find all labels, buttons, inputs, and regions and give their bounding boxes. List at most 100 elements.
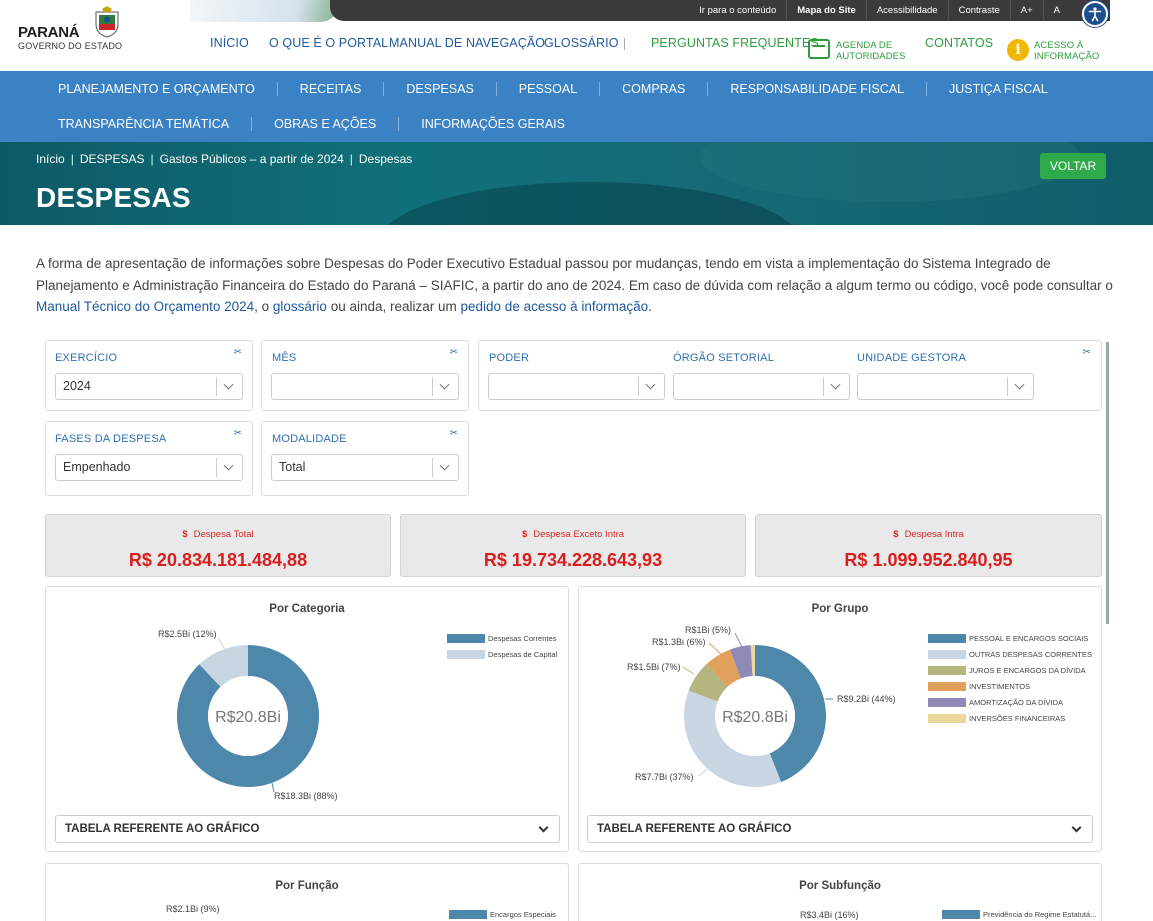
- data-label-connector: [217, 637, 227, 652]
- eraser-icon[interactable]: ✂: [234, 428, 242, 439]
- legend-item[interactable]: INVESTIMENTOS: [928, 678, 1092, 694]
- nav-agenda-autoridades[interactable]: AGENDA DE AUTORIDADES: [836, 40, 906, 62]
- breadcrumb-item[interactable]: Início: [36, 152, 65, 166]
- section-menu: PLANEJAMENTO E ORÇAMENTO RECEITAS DESPES…: [0, 71, 1153, 142]
- legend-swatch: [447, 633, 485, 643]
- legend-swatch: [449, 909, 487, 919]
- glossario-link[interactable]: glossário: [273, 299, 327, 314]
- kpi-value: R$ 19.734.228.643,93: [483, 550, 663, 570]
- nav-manual-de-navegacao[interactable]: MANUAL DE NAVEGAÇÃO: [389, 36, 545, 50]
- menu-receitas[interactable]: RECEITAS: [276, 81, 384, 96]
- modalidade-select[interactable]: Total: [271, 454, 459, 481]
- nav-glossario[interactable]: GLOSSÁRIO: [544, 36, 619, 50]
- menu-informacoes-gerais[interactable]: INFORMAÇÕES GERAIS: [398, 116, 587, 131]
- pedido-acesso-link[interactable]: pedido de acesso à informação: [461, 299, 649, 314]
- data-label: R$3.4Bi (16%): [800, 910, 859, 920]
- legend-label: Despesas de Capital: [488, 649, 558, 659]
- font-reset-link[interactable]: A: [1042, 0, 1070, 21]
- legend-swatch: [928, 697, 966, 707]
- poder-select[interactable]: [488, 373, 665, 400]
- accessibility-icon[interactable]: [1082, 1, 1108, 27]
- chart-legend: PESSOAL E ENCARGOS SOCIAIS OUTRAS DESPESA…: [928, 630, 1092, 726]
- nav-o-que-e-o-portal[interactable]: O QUE É O PORTAL: [269, 36, 388, 50]
- legend-label: AMORTIZAÇÃO DA DÍVIDA: [969, 697, 1064, 707]
- filter-label: MÊS: [272, 352, 297, 364]
- donut-center-label: R$20.8Bi: [215, 709, 281, 726]
- accessibility-link[interactable]: Acessibilidade: [865, 0, 948, 21]
- hero-decoration: [380, 182, 800, 225]
- legend-item[interactable]: Despesas Correntes: [447, 630, 557, 646]
- section-menu-row-1: PLANEJAMENTO E ORÇAMENTO RECEITAS DESPES…: [0, 71, 1153, 106]
- legend-item[interactable]: AMORTIZAÇÃO DA DÍVIDA: [928, 694, 1092, 710]
- legend-item[interactable]: OUTRAS DESPESAS CORRENTES: [928, 646, 1092, 662]
- legend-label: OUTRAS DESPESAS CORRENTES: [969, 649, 1092, 659]
- tabela-accordion-grupo[interactable]: TABELA REFERENTE AO GRÁFICO: [587, 815, 1093, 843]
- breadcrumb-item[interactable]: DESPESAS: [80, 152, 145, 166]
- mes-select[interactable]: [271, 373, 459, 400]
- data-label: R$2.1Bi (9%): [166, 904, 220, 914]
- menu-transparencia-tematica[interactable]: TRANSPARÊNCIA TEMÁTICA: [0, 117, 251, 131]
- chart-title: Por Subfunção: [799, 880, 881, 892]
- nav-perguntas-frequentes[interactable]: PERGUNTAS FREQUENTES: [651, 36, 819, 50]
- orgao-select[interactable]: [673, 373, 850, 400]
- font-increase-link[interactable]: A+: [1009, 0, 1043, 21]
- kpi-label-text: Despesa Exceto Intra: [533, 529, 625, 540]
- tabela-accordion-categoria[interactable]: TABELA REFERENTE AO GRÁFICO: [55, 815, 560, 843]
- data-label: R$1Bi (5%): [685, 625, 731, 635]
- kpi-label: $ Despesa Total: [46, 529, 390, 540]
- legend-swatch: [928, 649, 966, 659]
- eraser-icon[interactable]: ✂: [450, 347, 458, 358]
- exercicio-select[interactable]: 2024: [55, 373, 243, 400]
- chart-card-funcao: Por Função R$2.1Bi (9%) Encargos Especia…: [45, 863, 569, 921]
- eraser-icon[interactable]: ✂: [450, 428, 458, 439]
- breadcrumb: Início | DESPESAS | Gastos Públicos – a …: [36, 152, 412, 166]
- menu-despesas[interactable]: DESPESAS: [383, 81, 495, 96]
- nav-contatos[interactable]: CONTATOS: [925, 36, 993, 50]
- select-value: 2024: [63, 379, 91, 393]
- kpi-label: $ Despesa Intra: [756, 529, 1101, 540]
- intro-text: .: [648, 299, 652, 314]
- intro-text: A forma de apresentação de informações s…: [36, 256, 1113, 293]
- eraser-icon[interactable]: ✂: [234, 347, 242, 358]
- nav-acesso-informacao[interactable]: ACESSO À INFORMAÇÃO: [1034, 40, 1099, 62]
- dollar-icon: $: [893, 529, 899, 540]
- scrollbar[interactable]: [1106, 342, 1109, 624]
- select-value: Empenhado: [63, 460, 131, 474]
- legend-item[interactable]: PESSOAL E ENCARGOS SOCIAIS: [928, 630, 1092, 646]
- chart-title: Por Função: [275, 880, 339, 892]
- fases-select[interactable]: Empenhado: [55, 454, 243, 481]
- skip-to-content-link[interactable]: Ir para o conteúdo: [689, 0, 786, 21]
- person-icon: [1088, 7, 1102, 22]
- unidade-select[interactable]: [857, 373, 1034, 400]
- menu-compras[interactable]: COMPRAS: [599, 81, 707, 96]
- nav-inicio[interactable]: INÍCIO: [210, 36, 249, 50]
- manual-tecnico-link[interactable]: Manual Técnico do Orçamento 2024: [36, 299, 254, 314]
- menu-planejamento-orcamento[interactable]: PLANEJAMENTO E ORÇAMENTO: [0, 82, 277, 96]
- legend-item[interactable]: Despesas de Capital: [447, 646, 557, 662]
- filter-label: ÓRGÃO SETORIAL: [673, 352, 775, 364]
- agenda-line-1: AGENDA DE: [836, 40, 893, 51]
- breadcrumb-item[interactable]: Gastos Públicos – a partir de 2024: [160, 152, 344, 166]
- filter-poder-orgao-unidade: PODER ÓRGÃO SETORIAL UNIDADE GESTORA ✂: [478, 340, 1102, 411]
- menu-justica-fiscal[interactable]: JUSTIÇA FISCAL: [926, 81, 1070, 96]
- chevron-down-icon: [432, 458, 458, 477]
- sitemap-link[interactable]: Mapa do Site: [786, 0, 866, 21]
- chevron-down-icon: [216, 458, 242, 477]
- legend-item[interactable]: INVERSÕES FINANCEIRAS: [928, 710, 1092, 726]
- menu-responsabilidade-fiscal[interactable]: RESPONSABILIDADE FISCAL: [707, 81, 926, 96]
- legend-item[interactable]: Encargos Especiais: [449, 906, 556, 921]
- calendar-check-icon: [808, 39, 830, 59]
- eraser-icon[interactable]: ✂: [1083, 347, 1091, 358]
- menu-pessoal[interactable]: PESSOAL: [495, 81, 599, 96]
- filter-label: UNIDADE GESTORA: [857, 352, 967, 364]
- legend-label: Previdência do Regime Estatutá...: [983, 909, 1097, 919]
- legend-swatch: [928, 633, 966, 643]
- contrast-link[interactable]: Contraste: [947, 0, 1010, 21]
- chevron-down-icon: [216, 377, 242, 396]
- flag-decoration: [190, 0, 340, 22]
- legend-item[interactable]: Previdência do Regime Estatutá...: [942, 906, 1096, 921]
- legend-item[interactable]: JUROS E ENCARGOS DA DÍVIDA: [928, 662, 1092, 678]
- utility-links: Ir para o conteúdo Mapa do Site Acessibi…: [689, 0, 1070, 21]
- menu-obras-acoes[interactable]: OBRAS E AÇÕES: [251, 116, 398, 131]
- voltar-button[interactable]: VOLTAR: [1040, 153, 1106, 179]
